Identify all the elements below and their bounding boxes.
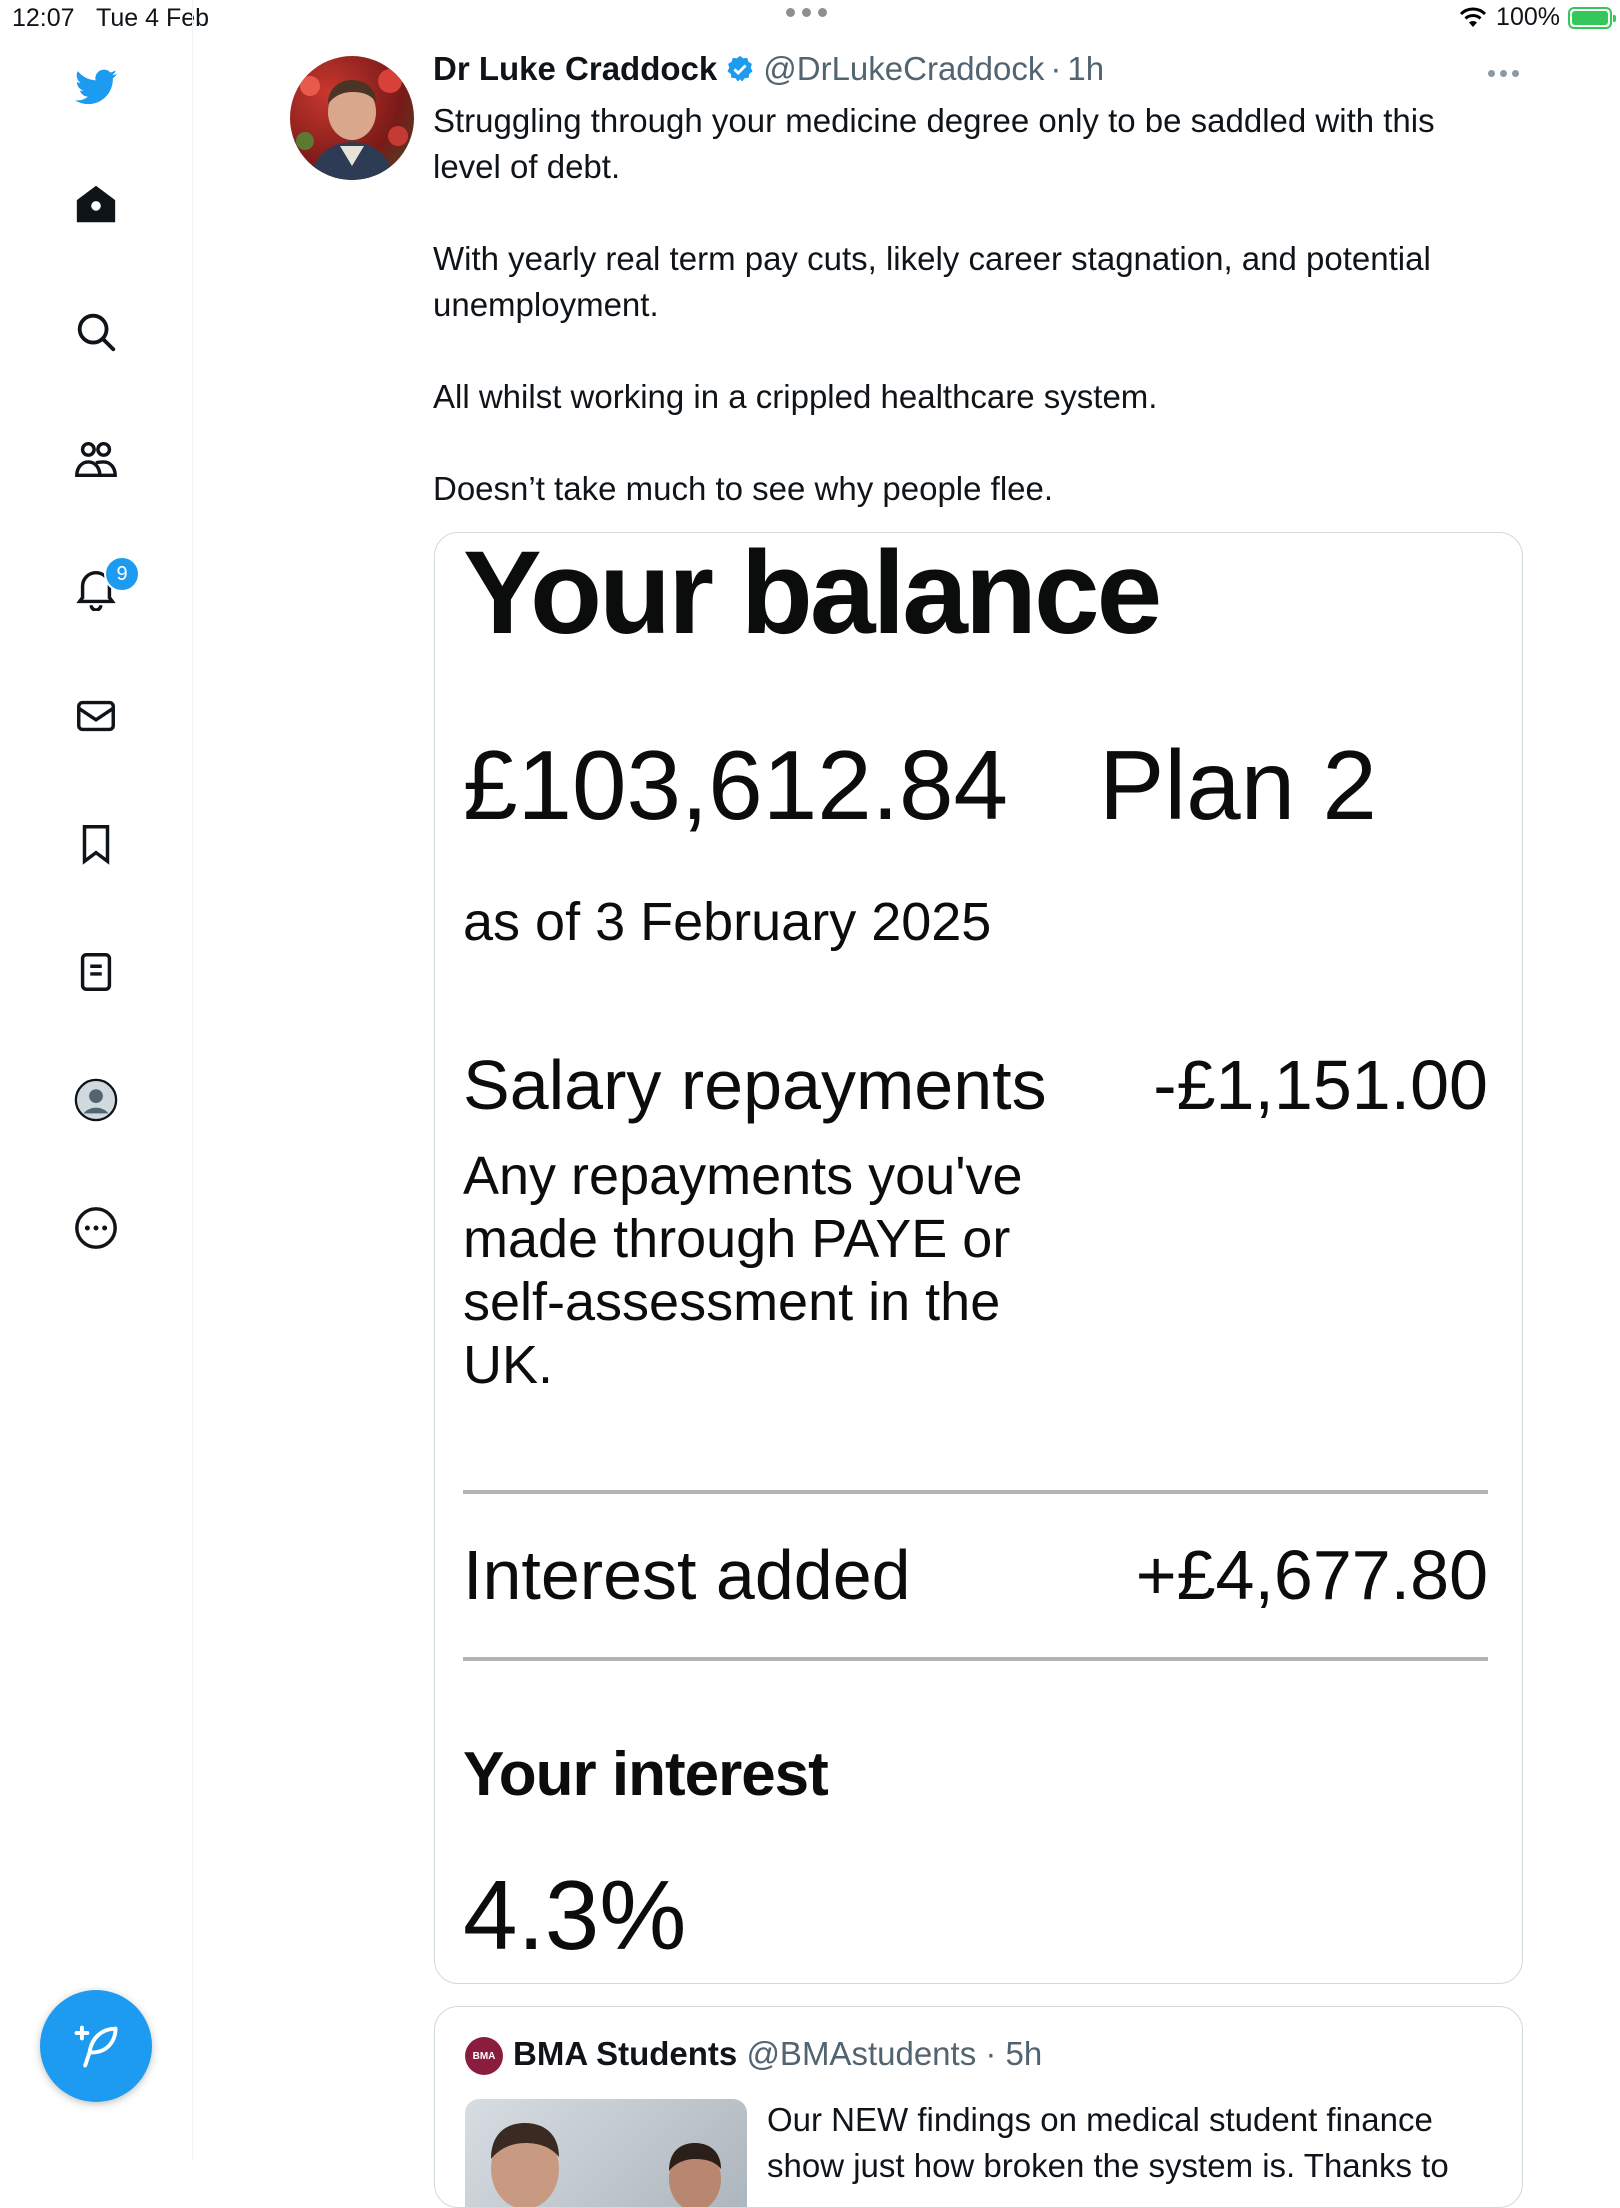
battery-percent: 100% xyxy=(1496,3,1560,31)
quoted-media-thumbnail[interactable] xyxy=(465,2099,747,2207)
more-circle-icon[interactable] xyxy=(66,1198,126,1258)
sidebar: 9 xyxy=(0,0,193,2160)
balance-date: as of 3 February 2025 xyxy=(463,892,992,952)
salary-repayments-description: Any repayments you've made through PAYE … xyxy=(463,1146,1023,1395)
tweet-media-image[interactable]: Your balance £103,612.84 Plan 2 as of 3 … xyxy=(434,532,1523,1984)
notification-badge: 9 xyxy=(104,556,140,592)
author-avatar[interactable] xyxy=(290,56,414,180)
quoted-separator: · xyxy=(985,2035,997,2072)
your-interest-value: 4.3% xyxy=(463,1860,687,1970)
author-name[interactable]: Dr Luke Craddock xyxy=(433,50,717,88)
quoted-author-avatar[interactable]: BMA xyxy=(465,2037,503,2075)
communities-icon[interactable] xyxy=(66,430,126,490)
quoted-header: BMA Students @BMAstudents · 5h xyxy=(513,2035,1042,2073)
bookmark-icon[interactable] xyxy=(66,814,126,874)
interest-added-value: +£4,677.80 xyxy=(1135,1536,1488,1614)
multitasking-dots-icon[interactable] xyxy=(786,8,827,17)
verified-badge-icon xyxy=(725,54,755,84)
twitter-bird-icon[interactable] xyxy=(66,58,126,118)
divider xyxy=(463,1657,1488,1661)
search-icon[interactable] xyxy=(66,302,126,362)
tweet-header: Dr Luke Craddock @DrLukeCraddock · 1h xyxy=(433,50,1104,88)
salary-repayments-label: Salary repayments xyxy=(463,1046,1047,1124)
your-interest-label: Your interest xyxy=(463,1740,829,1809)
salary-repayments-value: -£1,151.00 xyxy=(1153,1046,1488,1124)
header-separator: · xyxy=(1050,50,1062,87)
wifi-icon xyxy=(1459,7,1487,27)
mail-icon[interactable] xyxy=(66,686,126,746)
loan-plan: Plan 2 xyxy=(1099,730,1377,840)
balance-amount: £103,612.84 xyxy=(463,730,1008,840)
tweet-text: Struggling through your medicine degree … xyxy=(433,98,1493,558)
tweet-paragraph: With yearly real term pay cuts, likely c… xyxy=(433,240,1431,323)
balance-title: Your balance xyxy=(463,532,1162,659)
tweet-paragraph: Doesn’t take much to see why people flee… xyxy=(433,470,1054,507)
tweet-paragraph: All whilst working in a crippled healthc… xyxy=(433,378,1158,415)
tweet-paragraph: Struggling through your medicine degree … xyxy=(433,102,1435,185)
divider xyxy=(463,1490,1488,1494)
compose-button[interactable] xyxy=(40,1990,152,2102)
author-handle[interactable]: @DrLukeCraddock xyxy=(763,50,1044,88)
profile-icon[interactable] xyxy=(66,1070,126,1130)
status-right: 100% xyxy=(1458,3,1616,32)
battery-icon xyxy=(1568,6,1616,29)
compose-feather-icon xyxy=(74,2025,118,2068)
status-bar: 12:07 Tue 4 Feb 100% xyxy=(0,0,1620,40)
interest-added-label: Interest added xyxy=(463,1536,911,1614)
more-options-icon[interactable] xyxy=(1488,70,1519,77)
lists-icon[interactable] xyxy=(66,942,126,1002)
tweet-timestamp[interactable]: 1h xyxy=(1067,50,1104,88)
quoted-text: Our NEW findings on medical student fina… xyxy=(767,2101,1449,2184)
quoted-author-name[interactable]: BMA Students xyxy=(513,2035,737,2072)
quoted-author-handle[interactable]: @BMAstudents xyxy=(746,2035,976,2072)
quoted-timestamp[interactable]: 5h xyxy=(1006,2035,1043,2072)
home-icon[interactable] xyxy=(66,174,126,234)
quoted-tweet[interactable]: BMA BMA Students @BMAstudents · 5h Our N… xyxy=(434,2006,1523,2208)
